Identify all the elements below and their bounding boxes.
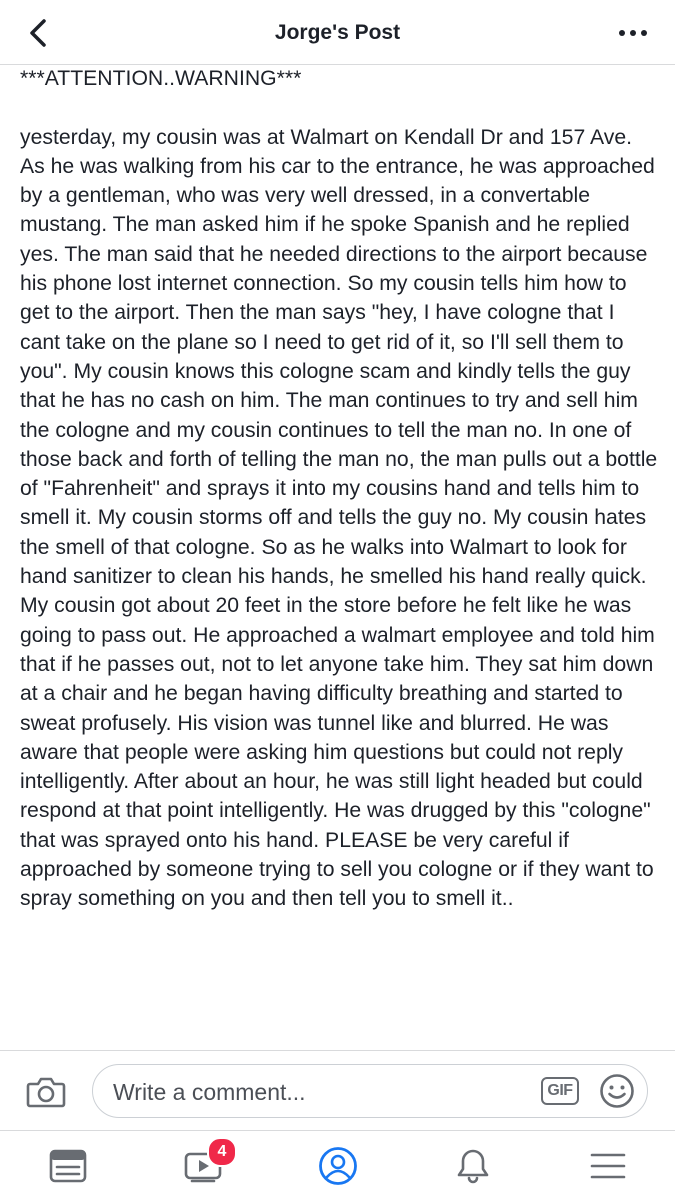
post-text: yesterday, my cousin was at Walmart on K… [20,125,658,911]
back-button[interactable] [18,14,58,52]
bell-icon [457,1149,488,1184]
tab-menu[interactable] [540,1131,675,1201]
comment-bar: GIF [0,1050,675,1131]
page-title: Jorge's Post [274,21,401,44]
more-dots-icon [619,30,647,36]
bottom-tab-bar: 4 [0,1130,675,1201]
news-feed-icon [49,1149,86,1183]
tab-notifications[interactable] [405,1131,540,1201]
tab-profile[interactable] [270,1131,405,1201]
comment-input-container: GIF [92,1064,648,1118]
tab-news-feed[interactable] [0,1131,135,1201]
chevron-left-icon [30,19,46,47]
post-warning-heading: ***ATTENTION..WARNING*** [20,67,302,90]
more-options-button[interactable] [613,16,653,50]
emoji-button[interactable] [599,1073,635,1109]
emoji-icon [600,1074,634,1108]
gif-button[interactable]: GIF [541,1077,579,1105]
post-header: Jorge's Post [0,0,675,65]
profile-icon [318,1147,357,1185]
post-content: ***ATTENTION..WARNING*** yesterday, my c… [20,64,660,914]
menu-icon [590,1153,625,1179]
camera-button[interactable] [22,1071,70,1113]
notification-badge: 4 [207,1137,237,1167]
tab-watch[interactable]: 4 [135,1131,270,1201]
camera-icon [26,1077,66,1108]
comment-input[interactable] [111,1071,525,1113]
